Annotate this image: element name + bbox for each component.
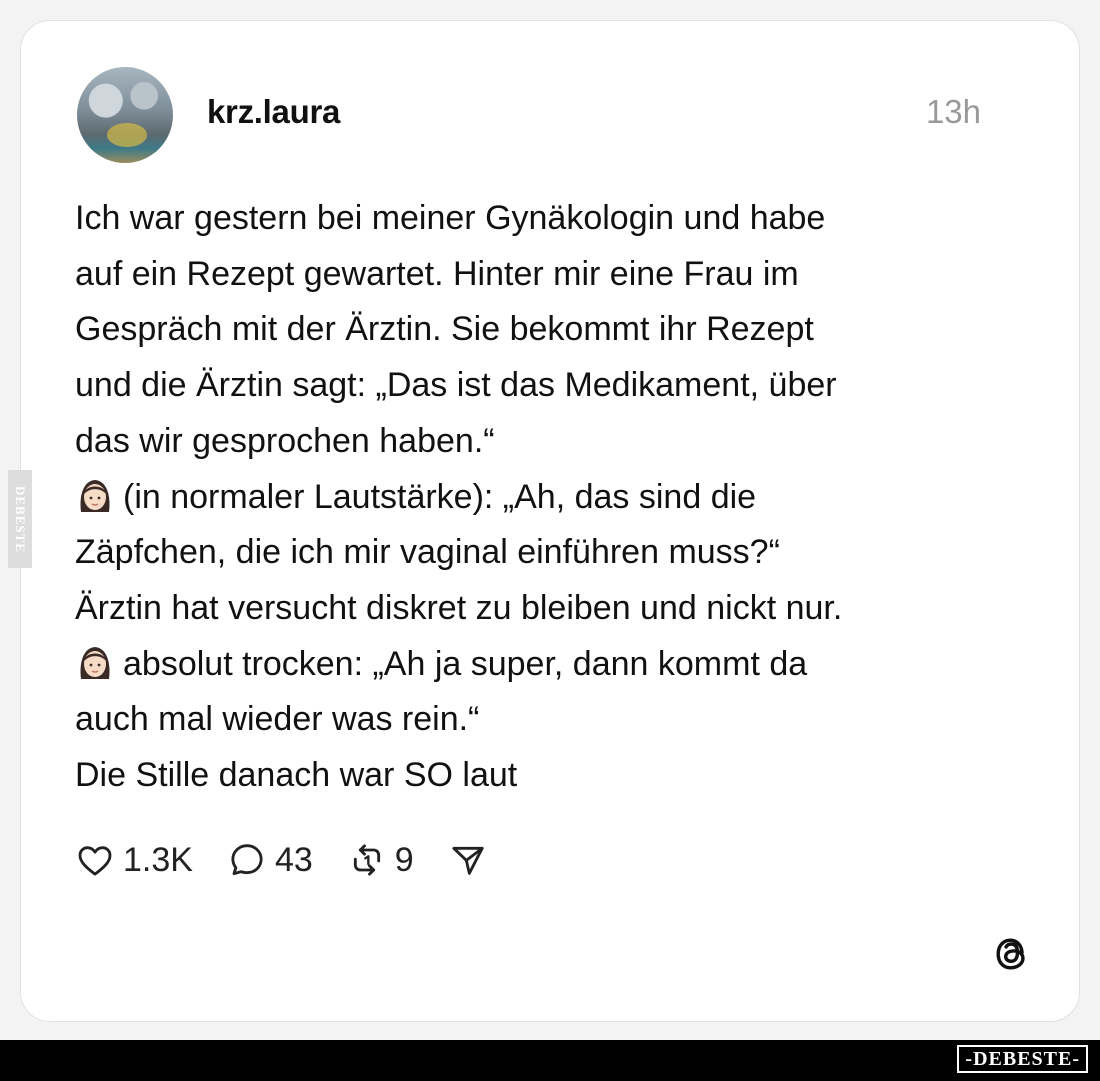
like-count: 1.3K: [123, 840, 193, 879]
bottom-watermark-bar: -DEBESTE-: [0, 1040, 1100, 1081]
threads-logo-icon[interactable]: [989, 931, 1035, 977]
comment-bubble-icon: [231, 844, 263, 876]
post-line: das wir gesprochen haben.“: [75, 421, 495, 460]
post-line: Zäpfchen, die ich mir vaginal einführen …: [75, 533, 780, 572]
post-line-text: (in normaler Lautstärke): „Ah, das sind …: [123, 477, 757, 516]
repost-icon: [353, 844, 380, 876]
like-button[interactable]: 1.3K: [75, 840, 193, 880]
side-watermark-text: DEBESTE: [13, 485, 28, 553]
send-icon: [452, 846, 484, 875]
username[interactable]: krz.laura: [207, 93, 340, 131]
threads-post-card: krz.laura 13h Ich war gestern bei meiner…: [20, 20, 1080, 1022]
share-button[interactable]: [448, 840, 488, 880]
post-line: Ärztin hat versucht diskret zu bleiben u…: [75, 588, 843, 627]
repost-button[interactable]: 9: [347, 840, 414, 880]
avatar[interactable]: [77, 67, 173, 163]
post-line-with-emoji: (in normaler Lautstärke): „Ah, das sind …: [75, 470, 1035, 526]
post-text: Ich war gestern bei meiner Gynäkologin u…: [75, 191, 1035, 804]
woman-emoji-icon: [75, 476, 115, 516]
post-line: Gespräch mit der Ärztin. Sie bekommt ihr…: [75, 310, 814, 349]
side-watermark: DEBESTE: [8, 470, 32, 568]
post-line-with-emoji: absolut trocken: „Ah ja super, dann komm…: [75, 637, 1035, 693]
post-line-text: absolut trocken: „Ah ja super, dann komm…: [123, 644, 808, 683]
heart-icon: [78, 846, 112, 876]
post-line: auf ein Rezept gewartet. Hinter mir eine…: [75, 254, 799, 293]
post-line: Die Stille danach war SO laut: [75, 756, 518, 795]
post-line: und die Ärztin sagt: „Das ist das Medika…: [75, 366, 837, 405]
post-line: Ich war gestern bei meiner Gynäkologin u…: [75, 199, 826, 237]
comment-count: 43: [274, 840, 313, 879]
repost-count: 9: [394, 840, 414, 879]
post-time: 13h: [925, 93, 981, 130]
post-line: auch mal wieder was rein.“: [75, 700, 480, 739]
post-actions: 1.3K 43 9: [75, 837, 522, 883]
woman-emoji-icon: [75, 643, 115, 683]
bottom-watermark: -DEBESTE-: [957, 1045, 1088, 1073]
comment-button[interactable]: 43: [227, 840, 313, 880]
